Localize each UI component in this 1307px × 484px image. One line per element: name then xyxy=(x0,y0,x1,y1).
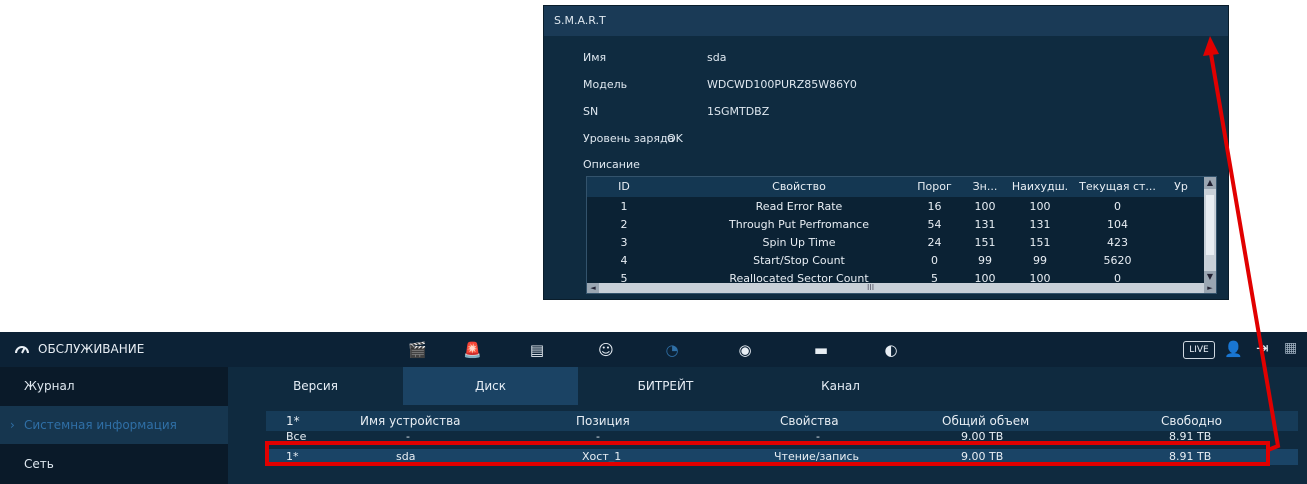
annotation-arrow xyxy=(1203,36,1281,452)
